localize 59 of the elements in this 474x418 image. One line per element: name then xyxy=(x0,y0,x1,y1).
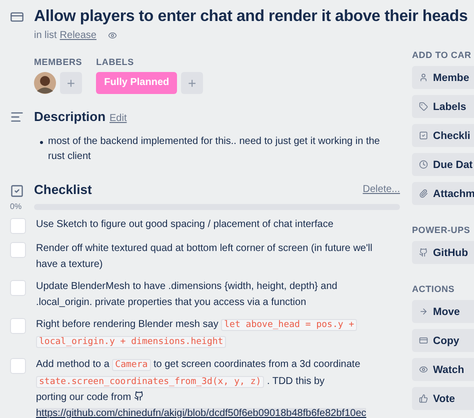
checklist-item-text: Add method to a xyxy=(36,359,110,370)
labels-heading: LABELS xyxy=(96,57,135,67)
tag-icon xyxy=(419,102,428,111)
list-prefix: in list xyxy=(34,30,57,41)
checklist-item-text: to get screen coordinates from a 3d coordinate xyxy=(153,359,360,370)
list-link[interactable]: Release xyxy=(60,30,96,41)
description-icon xyxy=(10,110,24,124)
github-icon xyxy=(419,248,428,257)
sidebar-button[interactable]: Checkli xyxy=(412,124,474,147)
code-snippet: state.screen_coordinates_from_3d(x, y, z) xyxy=(36,376,264,388)
sidebar-heading: POWER-UPS xyxy=(412,225,472,235)
url-link[interactable]: https://github.com/chinedufn/akigi/blob/dcdf50f6eb09018b48fb6fe82bf10ec xyxy=(36,408,366,418)
eye-icon xyxy=(419,365,428,374)
members-heading: MEMBERS xyxy=(34,57,82,67)
sidebar-button[interactable]: GitHub xyxy=(412,241,474,264)
checkbox[interactable] xyxy=(10,358,26,374)
checkbox[interactable] xyxy=(10,242,26,258)
clock-icon xyxy=(419,160,428,169)
code-snippet: Camera xyxy=(112,359,151,371)
checkbox[interactable] xyxy=(10,318,26,334)
checklist-item-text: . TDD this by xyxy=(266,376,325,386)
description-heading: Description xyxy=(34,108,106,126)
checkbox[interactable] xyxy=(10,218,26,234)
member-avatar[interactable] xyxy=(34,72,56,94)
sidebar-heading: ADD TO CAR xyxy=(412,50,472,60)
thumbs-up-icon xyxy=(419,394,428,403)
paperclip-icon xyxy=(419,189,428,198)
checklist-heading: Checklist xyxy=(34,182,92,197)
card-icon xyxy=(419,336,428,345)
description-text: most of the backend implemented for this.. need to just get it working in the rust client xyxy=(48,135,381,164)
bullet-icon xyxy=(40,141,43,144)
sidebar-button[interactable]: Vote xyxy=(412,387,474,410)
checklist-item-text: Right before rendering Blender mesh say xyxy=(36,319,218,330)
sidebar-button[interactable]: Labels xyxy=(412,95,474,118)
sidebar-button[interactable]: Move xyxy=(412,300,474,323)
arrow-right-icon xyxy=(419,307,428,316)
sidebar-button[interactable]: Attachm xyxy=(412,182,474,205)
delete-link[interactable]: Delete... xyxy=(362,184,400,195)
checklist-item-text: Update BlenderMesh to have .dimensions {width, height, depth} and .local_origin. private properties that you access via a function xyxy=(36,281,338,308)
watch-icon xyxy=(108,31,116,40)
edit-link[interactable]: Edit xyxy=(110,110,127,128)
card-title: Allow players to enter chat and render it above their heads xyxy=(34,7,468,27)
checklist-item-text: Use Sketch to figure out good spacing / placement of chat interface xyxy=(36,219,334,230)
checkbox-icon xyxy=(419,131,428,140)
code-snippet: let above_head = pos.y + xyxy=(221,319,358,331)
sidebar-button[interactable]: Copy xyxy=(412,329,474,352)
sidebar-button[interactable]: Due Dat xyxy=(412,153,474,176)
person-icon xyxy=(419,73,428,82)
code-snippet: local_origin.y + dimensions.height xyxy=(36,336,226,348)
checkbox[interactable] xyxy=(10,280,26,296)
progress-percent: 0% xyxy=(10,202,23,211)
checklist-icon xyxy=(10,184,24,198)
checklist-item-text: Render off white textured quad at bottom left corner of screen (in future we'll have a texture) xyxy=(36,243,372,270)
card-icon xyxy=(10,10,24,24)
sidebar-button[interactable]: Watch xyxy=(412,358,474,381)
github-icon xyxy=(134,391,144,401)
sidebar-button[interactable]: Membe xyxy=(412,66,474,89)
checklist-item-text: porting our code from xyxy=(36,392,132,403)
sidebar-heading: ACTIONS xyxy=(412,284,456,294)
